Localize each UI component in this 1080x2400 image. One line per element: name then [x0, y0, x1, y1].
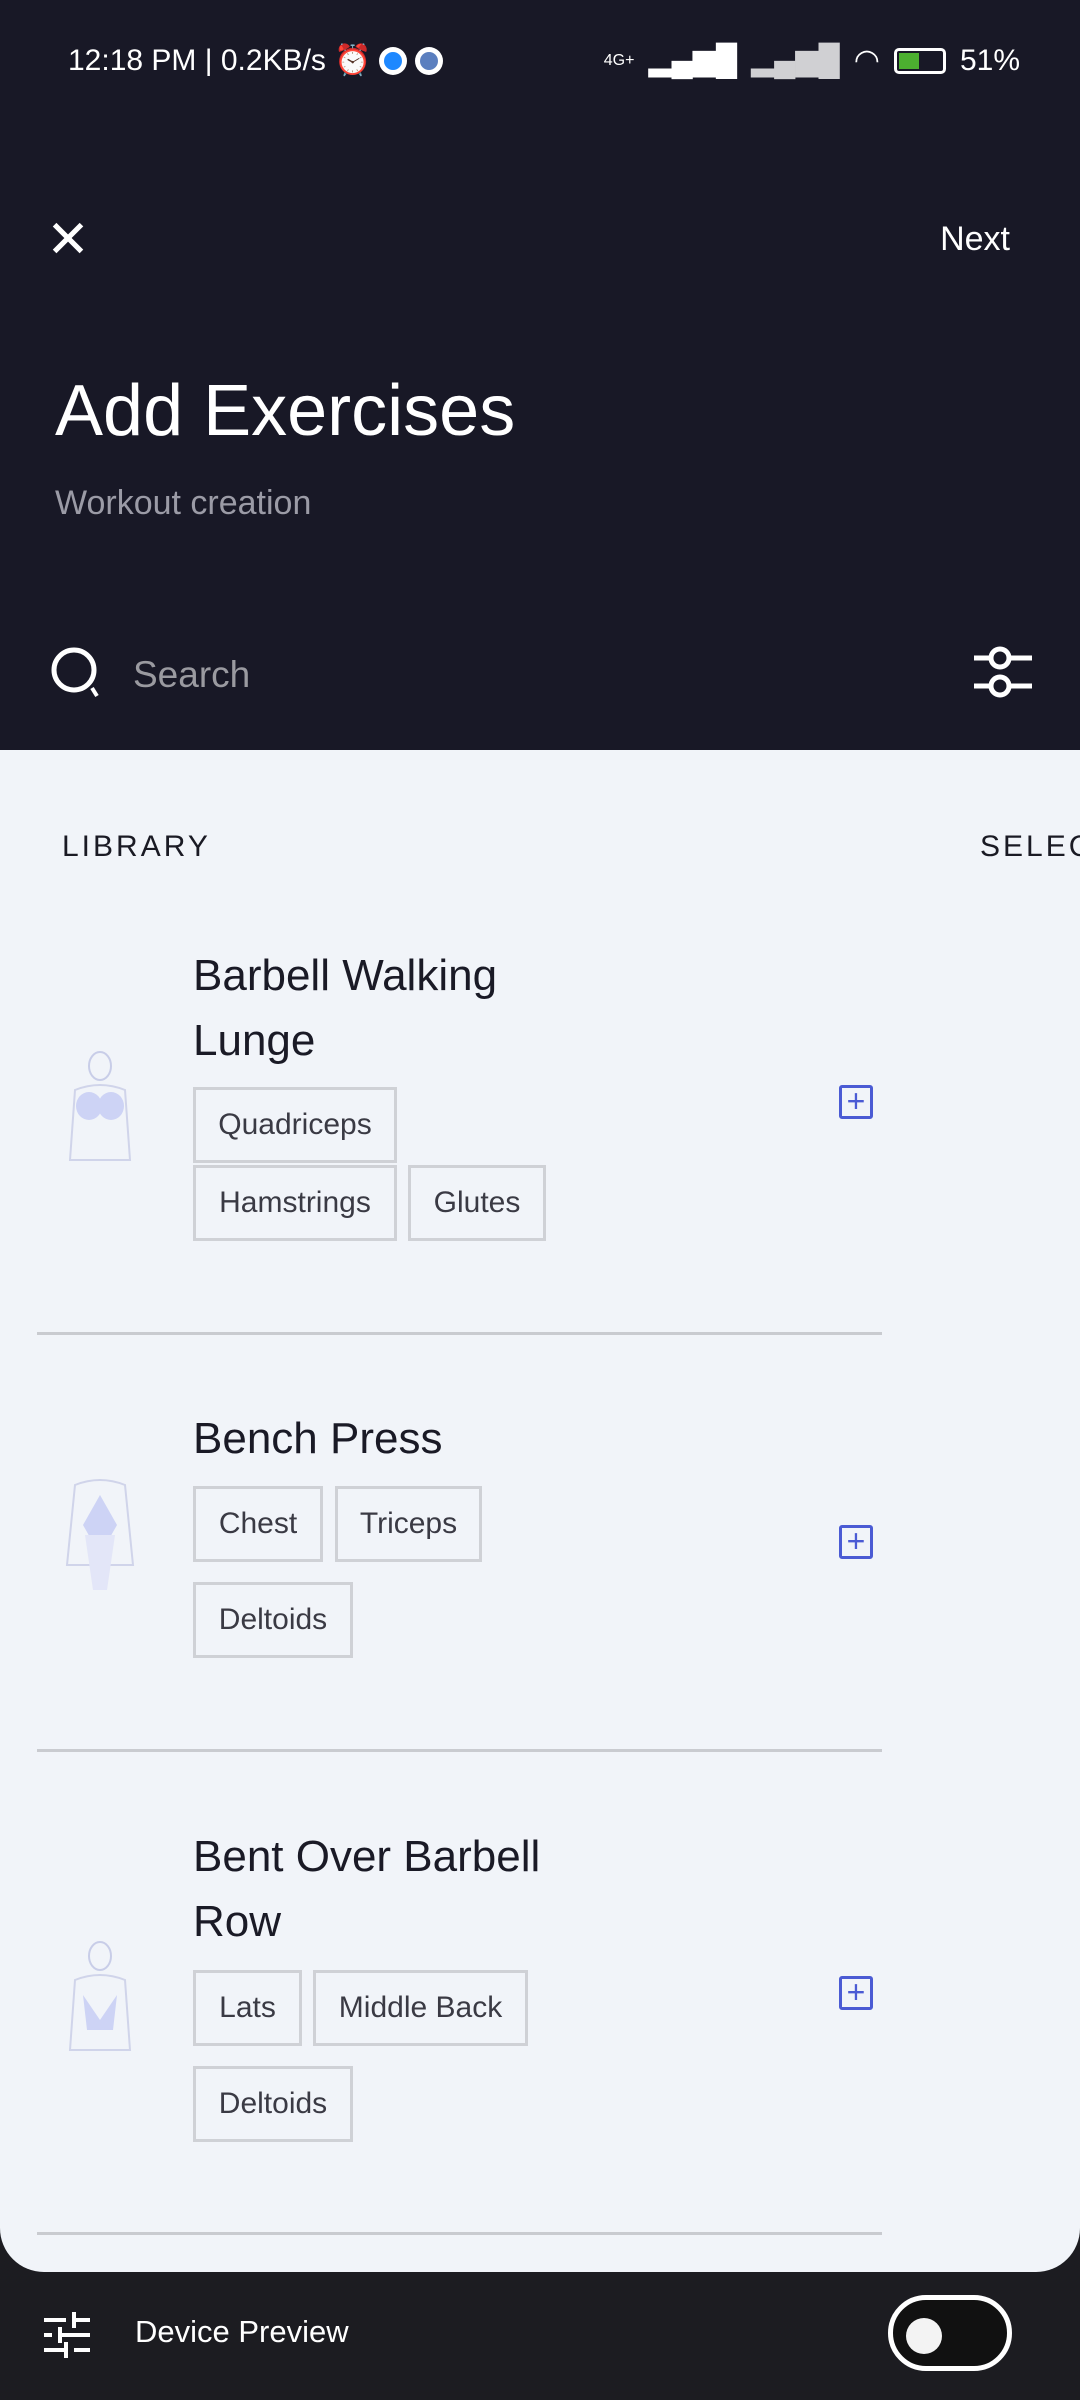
alarm-icon: ⏰	[333, 44, 372, 77]
exercise-library-panel: LIBRARY SELEC Barbell Walking Lunge Quadr…	[0, 750, 1080, 2272]
device-preview-toggle[interactable]	[888, 2295, 1012, 2371]
tab-selected[interactable]: SELEC	[980, 830, 1080, 864]
add-exercise-button[interactable]: +	[839, 1085, 873, 1119]
divider	[37, 1332, 882, 1335]
close-button[interactable]: ✕	[44, 214, 92, 266]
exercise-title-line: Lunge	[193, 1016, 316, 1065]
add-exercise-button[interactable]: +	[839, 1976, 873, 2010]
divider	[37, 1749, 882, 1752]
muscle-chip: Glutes	[408, 1165, 546, 1241]
toggle-knob	[906, 2318, 942, 2354]
device-preview-label: Device Preview	[135, 2314, 349, 2349]
muscle-chip: Quadriceps	[193, 1087, 397, 1163]
add-exercise-button[interactable]: +	[839, 1525, 873, 1559]
messenger-icon	[379, 46, 408, 75]
body-chest-icon	[68, 1051, 132, 1161]
search-icon	[51, 647, 99, 698]
muscle-chip: Chest	[193, 1486, 323, 1562]
page-title: Add Exercises	[55, 371, 516, 451]
battery-icon	[893, 47, 946, 74]
filter-icon[interactable]	[972, 640, 1036, 704]
signal-icon-2: ▂▄▆█	[751, 44, 840, 77]
muscle-chip: Middle Back	[313, 1970, 528, 2046]
divider	[37, 2232, 882, 2235]
battery-level: 51%	[959, 43, 1020, 77]
exercise-title-line: Bent Over Barbell	[193, 1832, 541, 1881]
header: 12:18 PM | 0.2KB/s ⏰ 4G+ ▂▄▆█ ▂▄▆█ ◠ 51%…	[0, 0, 1080, 750]
network-label: 4G+	[603, 51, 635, 69]
tab-library[interactable]: LIBRARY	[62, 830, 211, 864]
page-subtitle: Workout creation	[55, 484, 312, 522]
muscle-chip: Lats	[193, 1970, 302, 2046]
muscle-chip: Deltoids	[193, 2066, 353, 2142]
exercise-title-line: Row	[193, 1897, 282, 1946]
body-chest-icon	[65, 1479, 135, 1590]
settings-icon	[415, 46, 444, 75]
wifi-icon: ◠	[853, 44, 880, 77]
muscle-chip: Hamstrings	[193, 1165, 397, 1241]
search-input[interactable]	[133, 654, 833, 696]
next-button[interactable]: Next	[940, 220, 1010, 259]
status-bar: 12:18 PM | 0.2KB/s ⏰ 4G+ ▂▄▆█ ▂▄▆█ ◠ 51%	[68, 38, 1020, 83]
exercise-title-line: Bench Press	[193, 1414, 443, 1463]
muscle-chip: Deltoids	[193, 1582, 353, 1658]
status-time: 12:18 PM | 0.2KB/s	[68, 43, 326, 77]
signal-icon: ▂▄▆█	[648, 44, 738, 77]
sliders-icon[interactable]	[44, 2312, 90, 2358]
body-back-icon	[68, 1941, 132, 2051]
exercise-title-line: Barbell Walking	[193, 951, 498, 1000]
muscle-chip: Triceps	[335, 1486, 482, 1562]
device-preview-bar: Device Preview	[0, 2272, 1080, 2400]
